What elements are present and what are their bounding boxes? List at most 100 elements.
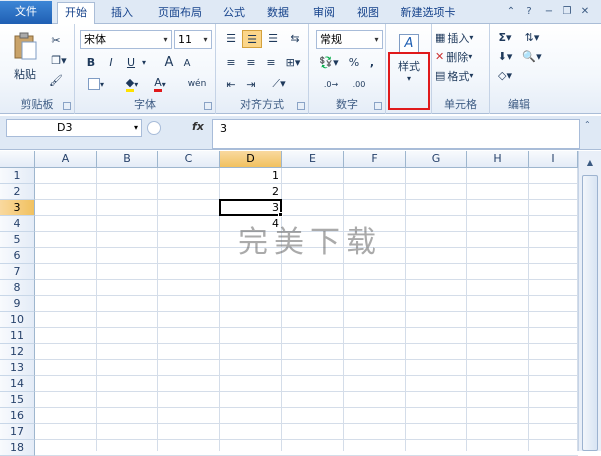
column-header-G[interactable]: G: [406, 151, 467, 168]
scroll-thumb[interactable]: [582, 175, 598, 451]
chevron-down-icon[interactable]: ▾: [134, 120, 138, 136]
increase-decimal-icon[interactable]: .0→: [321, 76, 341, 92]
row-header-9[interactable]: 9: [0, 296, 35, 312]
row-header-5[interactable]: 5: [0, 232, 35, 248]
expand-formula-bar-icon[interactable]: ⌃: [584, 120, 596, 132]
column-header-H[interactable]: H: [467, 151, 529, 168]
tab-insert[interactable]: 插入: [103, 3, 141, 24]
currency-icon[interactable]: 💱▾: [317, 54, 341, 70]
row-header-1[interactable]: 1: [0, 168, 35, 184]
row-header-8[interactable]: 8: [0, 280, 35, 296]
tab-view[interactable]: 视图: [350, 3, 386, 24]
border-button[interactable]: ▾: [83, 76, 109, 92]
underline-button[interactable]: U: [123, 54, 139, 70]
tab-data[interactable]: 数据: [260, 3, 296, 24]
align-bottom-icon[interactable]: ☰: [264, 30, 282, 46]
percent-button[interactable]: %: [347, 54, 361, 70]
decrease-decimal-icon[interactable]: .00: [349, 76, 369, 92]
sort-filter-icon[interactable]: ⇅▾: [520, 29, 544, 46]
tab-new[interactable]: 新建选项卡: [397, 3, 459, 24]
comma-button[interactable]: ,: [365, 54, 379, 70]
font-color-button[interactable]: A ▾: [147, 76, 173, 92]
fill-icon[interactable]: ⬇▾: [494, 48, 516, 65]
column-header-I[interactable]: I: [529, 151, 578, 168]
font-size-select[interactable]: 11 ▾: [174, 30, 212, 49]
cell-D1[interactable]: 1: [220, 168, 282, 184]
paste-button[interactable]: 粘贴: [8, 28, 42, 86]
row-header-14[interactable]: 14: [0, 376, 35, 392]
row-header-12[interactable]: 12: [0, 344, 35, 360]
column-header-F[interactable]: F: [344, 151, 406, 168]
column-header-E[interactable]: E: [282, 151, 344, 168]
row-header-13[interactable]: 13: [0, 360, 35, 376]
fx-icon[interactable]: fx: [192, 120, 204, 133]
insert-cells-button[interactable]: ▦ 插入 ▾: [435, 29, 487, 46]
italic-button[interactable]: I: [103, 54, 119, 70]
font-name-select[interactable]: 宋体 ▾: [80, 30, 172, 49]
format-painter-icon[interactable]: 🖌: [48, 72, 64, 88]
name-box[interactable]: D3 ▾: [6, 119, 142, 137]
align-right-icon[interactable]: ≡: [262, 54, 280, 70]
collapse-ribbon-icon[interactable]: ⌃: [504, 5, 518, 19]
row-header-3[interactable]: 3: [0, 200, 35, 216]
cut-icon[interactable]: ✂: [48, 32, 64, 48]
spreadsheet-grid[interactable]: ABCDEFGHI 1 2 3 4 5 6 7 8 9 10 11 12 13 14 15 16 17 18 12…: [0, 151, 601, 456]
row-header-18[interactable]: 18: [0, 440, 35, 456]
select-all-corner[interactable]: [0, 151, 35, 168]
format-cells-button[interactable]: ▤ 格式 ▾: [435, 67, 487, 84]
autosum-icon[interactable]: Σ▾: [494, 29, 516, 46]
row-header-4[interactable]: 4: [0, 216, 35, 232]
vertical-scrollbar[interactable]: ▲: [578, 151, 601, 451]
bold-button[interactable]: B: [83, 54, 99, 70]
clipboard-launcher-icon[interactable]: [63, 102, 71, 110]
column-header-C[interactable]: C: [158, 151, 220, 168]
column-header-A[interactable]: A: [35, 151, 97, 168]
row-header-11[interactable]: 11: [0, 328, 35, 344]
fill-color-button[interactable]: ◆ ▾: [119, 76, 145, 92]
number-launcher-icon[interactable]: [374, 102, 382, 110]
clear-icon[interactable]: ◇▾: [494, 67, 516, 84]
scroll-up-icon[interactable]: ▲: [582, 155, 598, 171]
align-top-icon[interactable]: ☰: [222, 30, 240, 46]
align-left-icon[interactable]: ≡: [222, 54, 240, 70]
align-center-icon[interactable]: ≡: [242, 54, 260, 70]
tab-page-layout[interactable]: 页面布局: [150, 3, 210, 24]
row-header-7[interactable]: 7: [0, 264, 35, 280]
column-header-D[interactable]: D: [220, 151, 282, 168]
merge-center-icon[interactable]: ⊞▾: [282, 54, 304, 70]
phonetic-button[interactable]: wén: [183, 76, 211, 92]
copy-icon[interactable]: ❐▾: [48, 52, 70, 68]
chevron-down-icon[interactable]: ▾: [139, 54, 149, 70]
shrink-font-button[interactable]: A: [180, 56, 194, 70]
delete-cells-button[interactable]: ✕ 删除 ▾: [435, 48, 487, 65]
help-icon[interactable]: ?: [522, 5, 536, 19]
orientation-icon[interactable]: ⟋▾: [266, 76, 292, 92]
close-icon[interactable]: ✕: [578, 5, 592, 19]
row-header-17[interactable]: 17: [0, 424, 35, 440]
row-header-15[interactable]: 15: [0, 392, 35, 408]
increase-indent-icon[interactable]: ⇥: [242, 76, 260, 92]
tab-file[interactable]: 文件: [0, 1, 52, 24]
row-header-10[interactable]: 10: [0, 312, 35, 328]
font-launcher-icon[interactable]: [204, 102, 212, 110]
tab-review[interactable]: 审阅: [306, 3, 342, 24]
row-header-16[interactable]: 16: [0, 408, 35, 424]
formula-input[interactable]: 3: [212, 119, 580, 149]
restore-icon[interactable]: ❐: [560, 5, 574, 19]
tab-formulas[interactable]: 公式: [216, 3, 252, 24]
row-header-6[interactable]: 6: [0, 248, 35, 264]
align-middle-icon[interactable]: ☰: [242, 30, 262, 48]
wrap-text-icon[interactable]: ⇆: [286, 30, 304, 46]
find-select-icon[interactable]: 🔍▾: [520, 48, 544, 65]
tab-home[interactable]: 开始: [57, 2, 95, 25]
cell-D2[interactable]: 2: [220, 184, 282, 200]
alignment-launcher-icon[interactable]: [297, 102, 305, 110]
column-header-B[interactable]: B: [97, 151, 158, 168]
row-header-2[interactable]: 2: [0, 184, 35, 200]
decrease-indent-icon[interactable]: ⇤: [222, 76, 240, 92]
grow-font-button[interactable]: A: [161, 54, 177, 70]
active-cell-border: [219, 199, 282, 216]
number-format-select[interactable]: 常规 ▾: [316, 30, 383, 49]
formula-expand-icon[interactable]: [147, 121, 161, 135]
minimize-icon[interactable]: −: [542, 5, 556, 19]
